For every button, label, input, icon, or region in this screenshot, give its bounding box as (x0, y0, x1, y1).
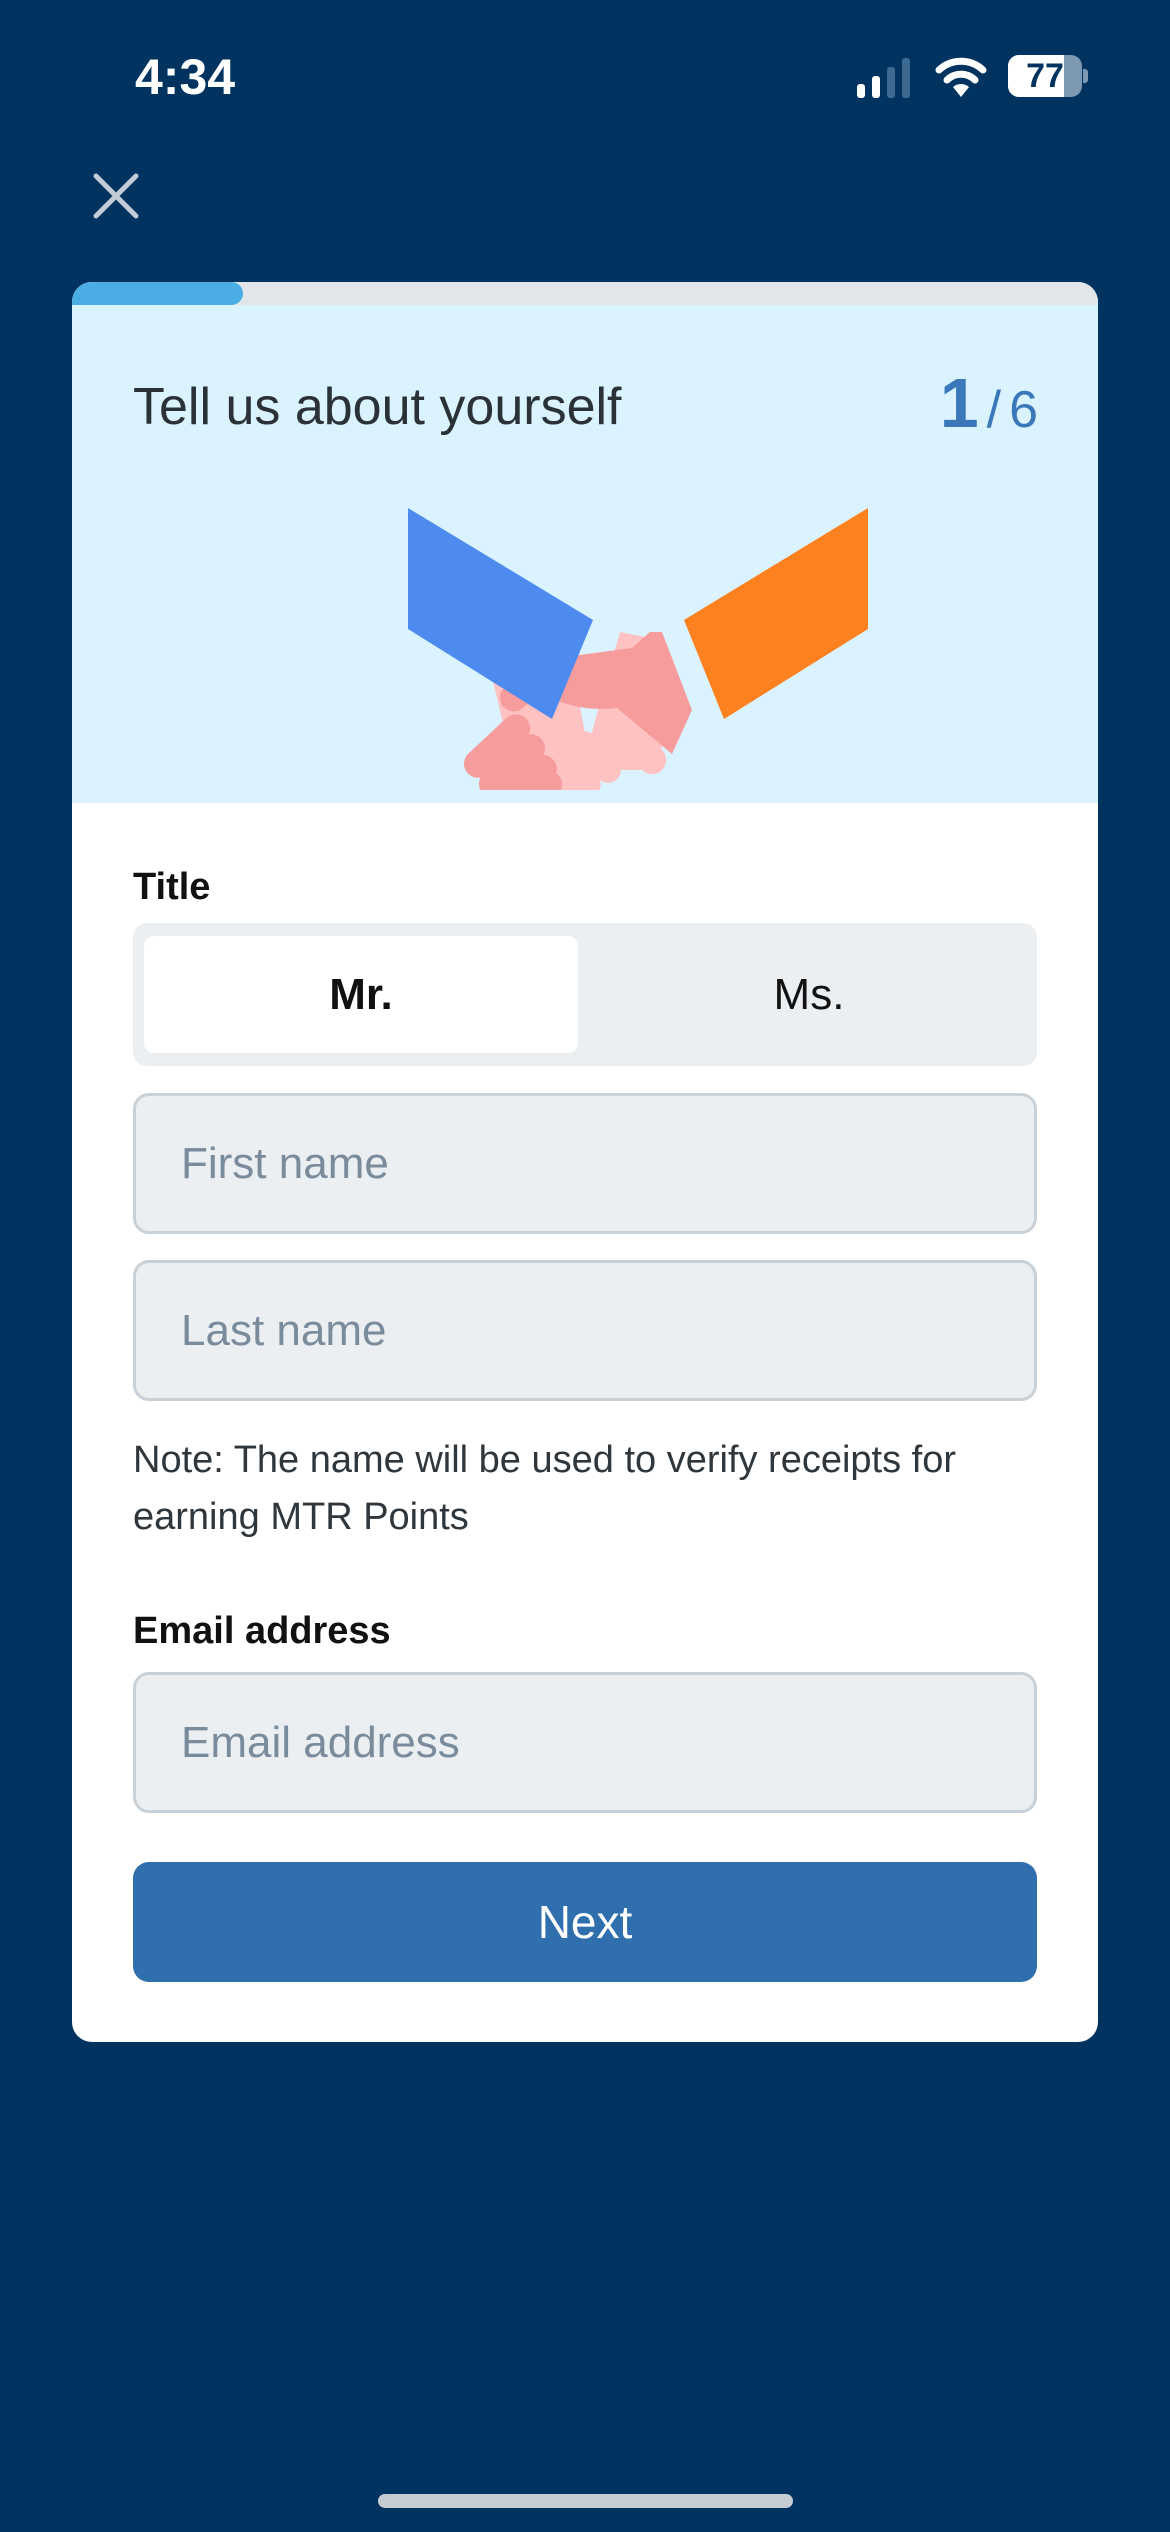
step-counter: 1/6 (940, 363, 1038, 443)
last-name-input[interactable] (133, 1260, 1037, 1401)
title-option-ms[interactable]: Ms. (592, 936, 1026, 1053)
title-segmented-control: Mr. Ms. (133, 923, 1037, 1066)
signal-icon (857, 58, 910, 98)
close-icon[interactable] (92, 172, 140, 220)
battery-icon: 77 (1008, 55, 1088, 97)
name-note: Note: The name will be used to verify re… (133, 1439, 957, 1538)
step-current: 1 (939, 364, 979, 442)
progress-bar (72, 282, 1098, 305)
header-banner: Tell us about yourself 1/6 (72, 305, 1098, 803)
battery-level: 77 (1026, 57, 1064, 95)
status-time: 4:34 (135, 49, 236, 105)
email-input[interactable] (133, 1672, 1037, 1813)
wifi-icon (935, 57, 987, 97)
handshake-illustration (408, 508, 868, 790)
step-total: 6 (1009, 381, 1038, 439)
title-label: Title (133, 866, 211, 908)
step-separator: / (986, 381, 1002, 439)
first-name-input[interactable] (133, 1093, 1037, 1234)
progress-fill (72, 282, 243, 305)
page-title: Tell us about yourself (133, 378, 622, 436)
home-indicator (378, 2494, 793, 2508)
next-button[interactable]: Next (133, 1862, 1037, 1982)
title-option-mr[interactable]: Mr. (144, 936, 578, 1053)
onboarding-card: Tell us about yourself 1/6 Title Mr. Ms.… (72, 282, 1098, 2042)
email-label: Email address (133, 1610, 391, 1652)
